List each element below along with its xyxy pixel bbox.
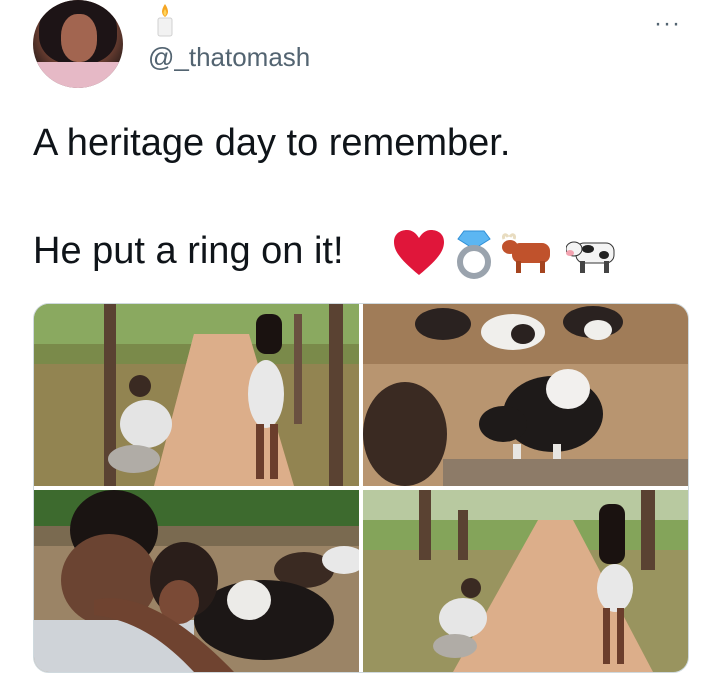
proposal-photo-dirt-road xyxy=(34,304,359,486)
hug-photo xyxy=(34,490,359,672)
avatar-face xyxy=(61,14,97,62)
emoji-row xyxy=(392,225,622,281)
ring-icon xyxy=(454,227,494,279)
proposal-photo-wide xyxy=(363,490,688,672)
red-heart-icon xyxy=(392,228,446,278)
photo-4[interactable] xyxy=(363,490,688,672)
photo-3[interactable] xyxy=(34,490,359,672)
media-grid xyxy=(33,303,689,673)
tweet-text-line-1: A heritage day to remember. xyxy=(33,122,511,164)
photo-1[interactable] xyxy=(34,304,359,486)
cow-icon xyxy=(566,231,622,275)
avatar-shirt xyxy=(33,62,123,88)
avatar[interactable] xyxy=(33,0,123,88)
candle-icon xyxy=(154,2,176,38)
more-options-button[interactable]: ··· xyxy=(654,10,681,38)
user-handle[interactable]: @_thatomash xyxy=(148,42,310,73)
ox-icon xyxy=(502,231,558,275)
photo-2[interactable] xyxy=(363,304,688,486)
tweet-text-line-2: He put a ring on it! xyxy=(33,230,344,272)
cows-photo xyxy=(363,304,688,486)
